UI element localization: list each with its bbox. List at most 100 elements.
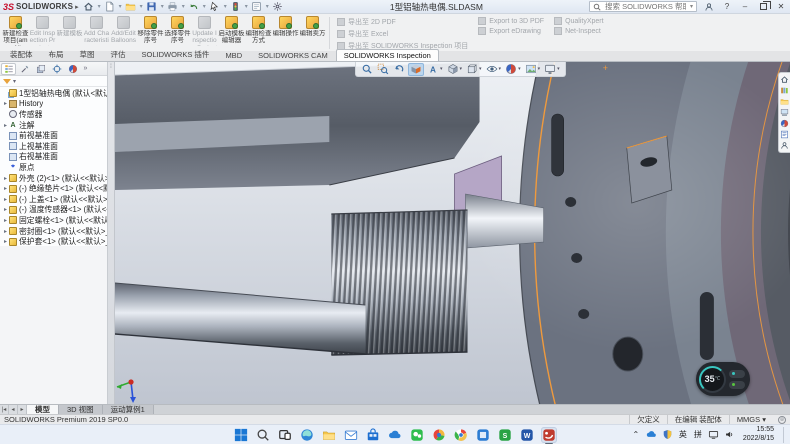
tray-volume-icon[interactable] — [724, 429, 735, 440]
wechat-icon[interactable] — [409, 427, 425, 443]
wps-icon[interactable]: S — [497, 427, 513, 443]
minimize-icon[interactable]: – — [739, 1, 751, 13]
expand-arrow-icon[interactable]: ▸ — [2, 206, 9, 213]
search-dropdown-icon[interactable]: ▾ — [690, 3, 693, 10]
filter-dropdown-icon[interactable]: ▾ — [13, 78, 16, 85]
word-icon[interactable]: W — [519, 427, 535, 443]
file-explorer-icon[interactable] — [780, 97, 789, 106]
task-view-button[interactable] — [277, 427, 293, 443]
start-button[interactable] — [233, 427, 249, 443]
expand-arrow-icon[interactable]: ▸ — [2, 100, 9, 107]
tray-onedrive-icon[interactable] — [646, 429, 657, 440]
quick-access-dropdown-icon[interactable]: ▾ — [140, 3, 143, 10]
ribbon-tab-评估[interactable]: 评估 — [103, 47, 134, 61]
print-icon[interactable] — [167, 1, 179, 13]
apply-scene-icon[interactable]: ▾ — [524, 63, 542, 76]
expand-arrow-icon[interactable]: ▸ — [2, 196, 9, 203]
solidworks-forum-icon[interactable] — [780, 141, 789, 150]
app-blue-icon[interactable] — [475, 427, 491, 443]
edit-vendors-button[interactable]: 编辑卖方 — [299, 15, 326, 51]
expand-arrow-icon[interactable]: ▸ — [2, 238, 9, 245]
edit-appearance-icon[interactable]: ▾ — [504, 63, 522, 76]
solidworks-resources-icon[interactable] — [780, 75, 789, 84]
edit-operations-button[interactable]: 编辑操作 — [272, 15, 299, 51]
feature-tree-item[interactable]: ▸(-) 温度传感器<1> (默认<<默认>_ — [0, 205, 107, 216]
ribbon-tab-装配体[interactable]: 装配体 — [2, 47, 41, 61]
edge-icon[interactable] — [299, 427, 315, 443]
panel-tabs-overflow[interactable]: » — [81, 63, 90, 75]
propertymanager-tab[interactable] — [17, 63, 32, 75]
feature-tree-item[interactable]: ▸A注解 — [0, 120, 107, 131]
document-tab-3D-视图[interactable]: 3D 视图 — [59, 405, 103, 414]
feature-tree-item[interactable]: ▸History — [0, 99, 107, 110]
section-view-icon[interactable] — [408, 63, 424, 76]
undo-icon[interactable] — [188, 1, 200, 13]
feature-tree-item[interactable]: ⌖原点 — [0, 162, 107, 173]
expand-arrow-icon[interactable]: ▸ — [2, 185, 9, 192]
hide-show-items-icon[interactable]: ▾ — [485, 63, 503, 76]
dimxpertmanager-tab[interactable] — [49, 63, 64, 75]
options-icon[interactable] — [272, 1, 284, 13]
feature-tree-item[interactable]: ▸固定螺栓<1> (默认<<默认>_显示 — [0, 215, 107, 226]
quick-access-dropdown-icon[interactable]: ▾ — [203, 3, 206, 10]
feature-tree-item[interactable]: 上视基准面 — [0, 141, 107, 152]
solidworks-taskbar-icon[interactable] — [541, 427, 557, 443]
feature-tree-item[interactable]: 传感器 — [0, 109, 107, 120]
ribbon-tab-布局[interactable]: 布局 — [41, 47, 72, 61]
new-inspection-project-button[interactable]: 新建检查项目(amp;N) — [2, 15, 29, 51]
browser-360-icon[interactable] — [431, 427, 447, 443]
sign-in-icon[interactable] — [703, 1, 715, 13]
view-palette-icon[interactable] — [780, 108, 789, 117]
tray-cast-icon[interactable] — [708, 429, 719, 440]
quick-access-dropdown-icon[interactable]: ▾ — [266, 3, 269, 10]
ribbon-tab-mbd[interactable]: MBD — [217, 49, 250, 61]
open-icon[interactable] — [125, 1, 137, 13]
quick-access-dropdown-icon[interactable]: ▾ — [161, 3, 164, 10]
onedrive-icon[interactable] — [387, 427, 403, 443]
chrome-icon[interactable] — [453, 427, 469, 443]
tray-defender-icon[interactable] — [662, 429, 673, 440]
store-icon[interactable] — [365, 427, 381, 443]
document-tab-运动算例1[interactable]: 运动算例1 — [103, 405, 154, 414]
custom-properties-icon[interactable] — [780, 130, 789, 139]
ribbon-tab-草图[interactable]: 草图 — [72, 47, 103, 61]
quick-access-dropdown-icon[interactable]: ▾ — [224, 3, 227, 10]
feature-tree-item[interactable]: ▸密封圈<1> (默认<<默认>_显示状 — [0, 226, 107, 237]
status-tag-icon[interactable]: ⊛ — [778, 416, 786, 424]
select-icon[interactable] — [209, 1, 221, 13]
taskbar-clock[interactable]: 15:55 2022/8/15 — [743, 426, 774, 443]
search-button[interactable] — [255, 427, 271, 443]
ime-mode-indicator[interactable]: 拼 — [693, 429, 703, 440]
expand-arrow-icon[interactable]: ▸ — [2, 122, 9, 129]
ribbon-tab-solidworks-inspection[interactable]: SOLIDWORKS Inspection — [336, 49, 439, 61]
annotation-view-icon[interactable]: A▾ — [426, 63, 444, 76]
quick-access-dropdown-icon[interactable]: ▾ — [98, 3, 101, 10]
graphics-viewport[interactable]: + A▾▾▾▾▾▾▾ 35℃ — [115, 62, 790, 404]
featuremanager-tab[interactable] — [1, 63, 16, 75]
help-icon[interactable]: ? — [721, 1, 733, 13]
restore-icon[interactable] — [757, 1, 769, 13]
display-style-icon[interactable]: ▾ — [465, 63, 483, 76]
zoom-to-fit-icon[interactable] — [360, 63, 374, 76]
tab-scroll-button[interactable]: ◂ — [9, 405, 18, 414]
feature-tree-item[interactable]: 前视基准面 — [0, 130, 107, 141]
ribbon-tab-solidworks-插件[interactable]: SOLIDWORKS 插件 — [134, 47, 218, 61]
file-properties-icon[interactable] — [251, 1, 263, 13]
view-settings-icon[interactable]: ▾ — [543, 63, 561, 76]
panel-splitter[interactable]: ⁞ — [108, 62, 115, 404]
home-icon[interactable] — [83, 1, 95, 13]
search-input[interactable] — [603, 1, 688, 12]
select-balloons-button[interactable]: 选择零件序号 — [164, 15, 191, 51]
tab-scroll-button[interactable]: |◂ — [0, 405, 9, 414]
feature-tree-item[interactable]: ▸外壳 (2)<1> (默认<<默认>_显示状 — [0, 173, 107, 184]
displaymanager-tab[interactable] — [65, 63, 80, 75]
new-document-icon[interactable] — [104, 1, 116, 13]
feature-tree-item[interactable]: ▸(-) 上盖<1> (默认<<默认>_显示状 — [0, 194, 107, 205]
quick-access-dropdown-icon[interactable]: ▾ — [119, 3, 122, 10]
mail-icon[interactable] — [343, 427, 359, 443]
appearances-scenes-icon[interactable] — [780, 119, 789, 128]
tree-filter-row[interactable]: ▾ — [0, 76, 107, 87]
file-explorer-taskbar-icon[interactable] — [321, 427, 337, 443]
document-tab-模型[interactable]: 模型 — [27, 405, 59, 414]
design-library-icon[interactable] — [780, 86, 789, 95]
